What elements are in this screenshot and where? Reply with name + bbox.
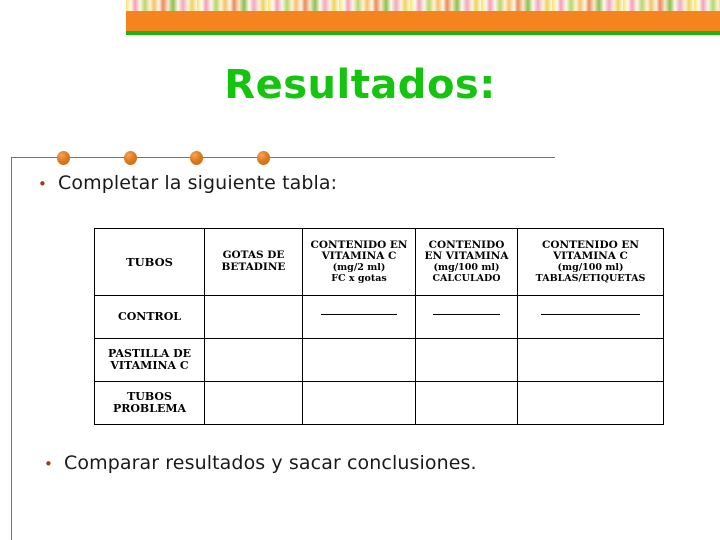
table-row: TUBOS PROBLEMA <box>94 381 664 425</box>
header-line-4: TABLAS/ETIQUETAS <box>535 272 646 284</box>
divider-dot-1 <box>57 151 70 165</box>
cell-pastilla-contenido-100ml[interactable] <box>415 338 518 382</box>
header-cell-tubos: TUBOS <box>94 228 205 296</box>
row-label-line-1: CONTROL <box>117 309 182 323</box>
row-label-line-1: TUBOS <box>127 389 172 403</box>
header-line-2: VITAMINA C <box>553 250 628 263</box>
bullet-text-comparar: Comparar resultados y sacar conclusiones… <box>64 452 477 474</box>
header-cell-contenido-vitamina-calculado: CONTENIDO EN VITAMINA (mg/100 ml) CALCUL… <box>415 228 518 296</box>
top-banner <box>126 0 720 35</box>
cell-pastilla-gotas[interactable] <box>204 338 303 382</box>
left-green-border <box>11 157 12 540</box>
cell-problema-tablas-etiquetas[interactable] <box>517 381 664 425</box>
divider-dot-3 <box>190 151 203 165</box>
cell-control-contenido-100ml[interactable] <box>415 295 518 339</box>
table-row: CONTROL <box>94 295 664 339</box>
row-label-control: CONTROL <box>94 295 205 339</box>
bullet-marker-icon: • <box>44 455 53 473</box>
table-row: PASTILLA DE VITAMINA C <box>94 338 664 382</box>
fruit-photo-strip-image <box>126 0 720 11</box>
divider-dot-2 <box>124 151 137 165</box>
cell-control-contenido-2ml[interactable] <box>302 295 416 339</box>
header-cell-contenido-vitamina-c-tablas: CONTENIDO EN VITAMINA C (mg/100 ml) TABL… <box>517 228 664 296</box>
cell-problema-gotas[interactable] <box>204 381 303 425</box>
header-line-1: CONTENIDO EN <box>310 238 408 251</box>
bullet-item-comparar: • Comparar resultados y sacar conclusion… <box>44 452 477 474</box>
header-line-1: CONTENIDO EN <box>542 238 639 251</box>
banner-orange-band <box>126 11 720 31</box>
cell-pastilla-contenido-2ml[interactable] <box>302 338 416 382</box>
row-label-tubos-problema: TUBOS PROBLEMA <box>94 381 205 425</box>
header-line-4: CALCULADO <box>432 272 501 284</box>
cell-control-gotas[interactable] <box>204 295 303 339</box>
cell-pastilla-tablas-etiquetas[interactable] <box>517 338 664 382</box>
bullet-text-completar: Completar la siguiente tabla: <box>58 172 338 194</box>
header-line-1: CONTENIDO <box>428 238 505 251</box>
cell-problema-contenido-2ml[interactable] <box>302 381 416 425</box>
divider-dot-4 <box>257 151 270 165</box>
blank-answer-line <box>321 313 397 315</box>
banner-green-stripe <box>126 31 720 35</box>
row-label-line-1: PASTILLA DE <box>107 346 192 360</box>
header-line-1: TUBOS <box>126 254 173 269</box>
decorative-divider <box>11 150 555 166</box>
cell-control-tablas-etiquetas[interactable] <box>517 295 664 339</box>
table-header-row: TUBOS GOTAS DE BETADINE CONTENIDO EN VIT… <box>94 228 664 296</box>
divider-line <box>11 157 555 158</box>
row-label-line-2: VITAMINA C <box>110 359 189 372</box>
page-title: Resultados: <box>224 62 496 108</box>
blank-answer-line <box>541 313 640 315</box>
header-line-2: EN VITAMINA <box>424 250 509 263</box>
row-label-line-2: PROBLEMA <box>112 402 187 415</box>
cell-problema-contenido-100ml[interactable] <box>415 381 518 425</box>
header-line-4: FC x gotas <box>331 272 387 284</box>
header-cell-gotas-betadine: GOTAS DE BETADINE <box>204 228 303 296</box>
header-line-1: GOTAS DE <box>222 249 285 262</box>
blank-answer-line <box>432 313 501 315</box>
row-label-pastilla-vitamina-c: PASTILLA DE VITAMINA C <box>94 338 205 382</box>
bullet-item-completar: • Completar la siguiente tabla: <box>38 172 337 194</box>
header-line-2: VITAMINA C <box>321 250 397 263</box>
header-cell-contenido-vitamina-c-2ml: CONTENIDO EN VITAMINA C (mg/2 ml) FC x g… <box>302 228 416 296</box>
bullet-marker-icon: • <box>38 175 47 193</box>
results-table: TUBOS GOTAS DE BETADINE CONTENIDO EN VIT… <box>94 228 664 425</box>
header-line-2: BETADINE <box>221 261 286 273</box>
